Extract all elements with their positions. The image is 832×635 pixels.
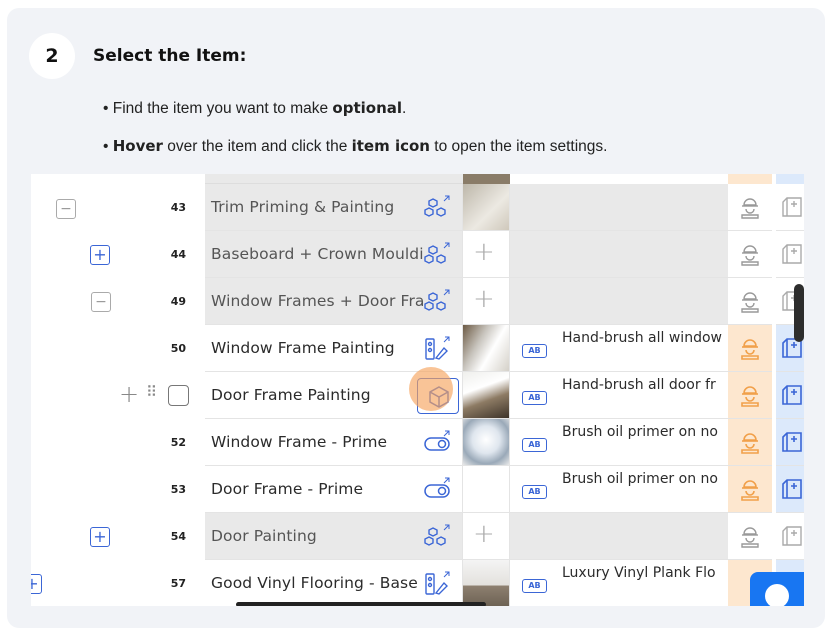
package-icon[interactable] [424, 289, 450, 315]
item-photo [463, 419, 510, 466]
row-number: 50 [170, 342, 186, 355]
item-description: Hand-brush all door fr [562, 377, 716, 393]
table-row[interactable]: 53 Door Frame - Prime AB Brush oil primer… [31, 466, 804, 513]
table-row[interactable]: + 44 Baseboard + Crown Mouldi + [31, 231, 804, 278]
item-name: Door Frame Painting [211, 386, 371, 404]
table-row[interactable]: + 54 Door Painting + [31, 513, 804, 560]
item-photo [463, 372, 510, 419]
item-name: Door Painting [211, 527, 317, 545]
item-description: Hand-brush all window [562, 330, 722, 346]
instruction-1: • Find the item you want to make optiona… [103, 99, 407, 117]
ab-badge[interactable]: AB [522, 344, 547, 358]
equipment-icon [782, 526, 802, 546]
item-name: Door Frame - Prime [211, 480, 364, 498]
equipment-icon[interactable] [781, 431, 803, 453]
item-photo [463, 184, 510, 231]
worker-icon [741, 245, 759, 266]
item-description: Luxury Vinyl Plank Flo [562, 565, 716, 581]
step-title: Select the Item: [93, 46, 247, 66]
table-row[interactable]: + 57 Good Vinyl Flooring - Base AB Luxury… [31, 560, 804, 606]
row-number: 52 [170, 436, 186, 449]
item-description: Brush oil primer on no [562, 424, 718, 440]
equipment-icon [782, 244, 802, 264]
paint-icon[interactable] [424, 571, 450, 597]
package-icon[interactable] [424, 524, 450, 550]
row-number: 43 [170, 201, 186, 214]
row-number: 57 [170, 577, 186, 590]
collapse-button[interactable]: − [56, 199, 76, 219]
worker-icon[interactable] [738, 337, 762, 361]
toggle-icon[interactable] [424, 477, 450, 503]
add-row-icon[interactable]: + [119, 380, 139, 408]
equipment-icon[interactable] [781, 478, 803, 500]
table-row[interactable]: − 49 Window Frames + Door Fra + [31, 278, 804, 325]
add-photo-icon[interactable]: + [473, 284, 495, 314]
item-name: Good Vinyl Flooring - Base [211, 574, 418, 592]
drag-handle-icon[interactable]: ⠿ [146, 383, 157, 401]
worker-icon [741, 527, 759, 548]
scrollbar[interactable] [794, 284, 804, 342]
estimate-table-screenshot: − 43 Trim Priming & Painting + 44 Basebo… [31, 174, 804, 606]
item-name: Baseboard + Crown Mouldi [211, 245, 424, 263]
item-name: Trim Priming & Painting [211, 198, 395, 216]
table-row[interactable]: 50 Window Frame Painting AB Hand-brush al… [31, 325, 804, 372]
click-indicator [409, 367, 453, 411]
ab-badge[interactable]: AB [522, 391, 547, 405]
collapse-button[interactable]: − [91, 292, 111, 312]
item-photo [463, 325, 510, 372]
package-icon[interactable] [424, 242, 450, 268]
ab-badge[interactable]: AB [522, 485, 547, 499]
row-number: 54 [170, 530, 186, 543]
ab-badge[interactable]: AB [522, 579, 547, 593]
item-photo [463, 560, 510, 606]
expand-button[interactable]: + [90, 245, 110, 265]
worker-icon [741, 292, 759, 313]
horizontal-scrollbar[interactable] [236, 602, 486, 606]
equipment-icon [782, 197, 802, 217]
add-photo-icon[interactable]: + [473, 237, 495, 267]
package-icon[interactable] [424, 195, 450, 221]
item-name: Window Frame - Prime [211, 433, 388, 451]
worker-icon[interactable] [738, 384, 762, 408]
item-name: Window Frame Painting [211, 339, 395, 357]
paint-icon[interactable] [424, 336, 450, 362]
row-checkbox[interactable] [168, 385, 189, 406]
item-description: Brush oil primer on no [562, 471, 718, 487]
step-number: 2 [29, 33, 75, 79]
worker-icon[interactable] [738, 478, 762, 502]
item-name: Window Frames + Door Fra [211, 292, 425, 310]
expand-button[interactable]: + [31, 574, 42, 594]
worker-icon [741, 198, 759, 219]
row-number: 53 [170, 483, 186, 496]
row-number: 44 [170, 248, 186, 261]
ab-badge[interactable]: AB [522, 438, 547, 452]
support-icon [765, 584, 789, 606]
add-photo-icon[interactable]: + [473, 519, 495, 549]
table-row[interactable]: 52 Window Frame - Prime AB Brush oil prim… [31, 419, 804, 466]
table-row[interactable]: − 43 Trim Priming & Painting [31, 184, 804, 231]
row-number: 49 [170, 295, 186, 308]
instruction-2: • Hover over the item and click the item… [103, 137, 608, 155]
chat-button[interactable] [750, 572, 804, 606]
expand-button[interactable]: + [90, 527, 110, 547]
worker-icon[interactable] [738, 431, 762, 455]
toggle-icon[interactable] [424, 430, 450, 456]
equipment-icon[interactable] [781, 384, 803, 406]
